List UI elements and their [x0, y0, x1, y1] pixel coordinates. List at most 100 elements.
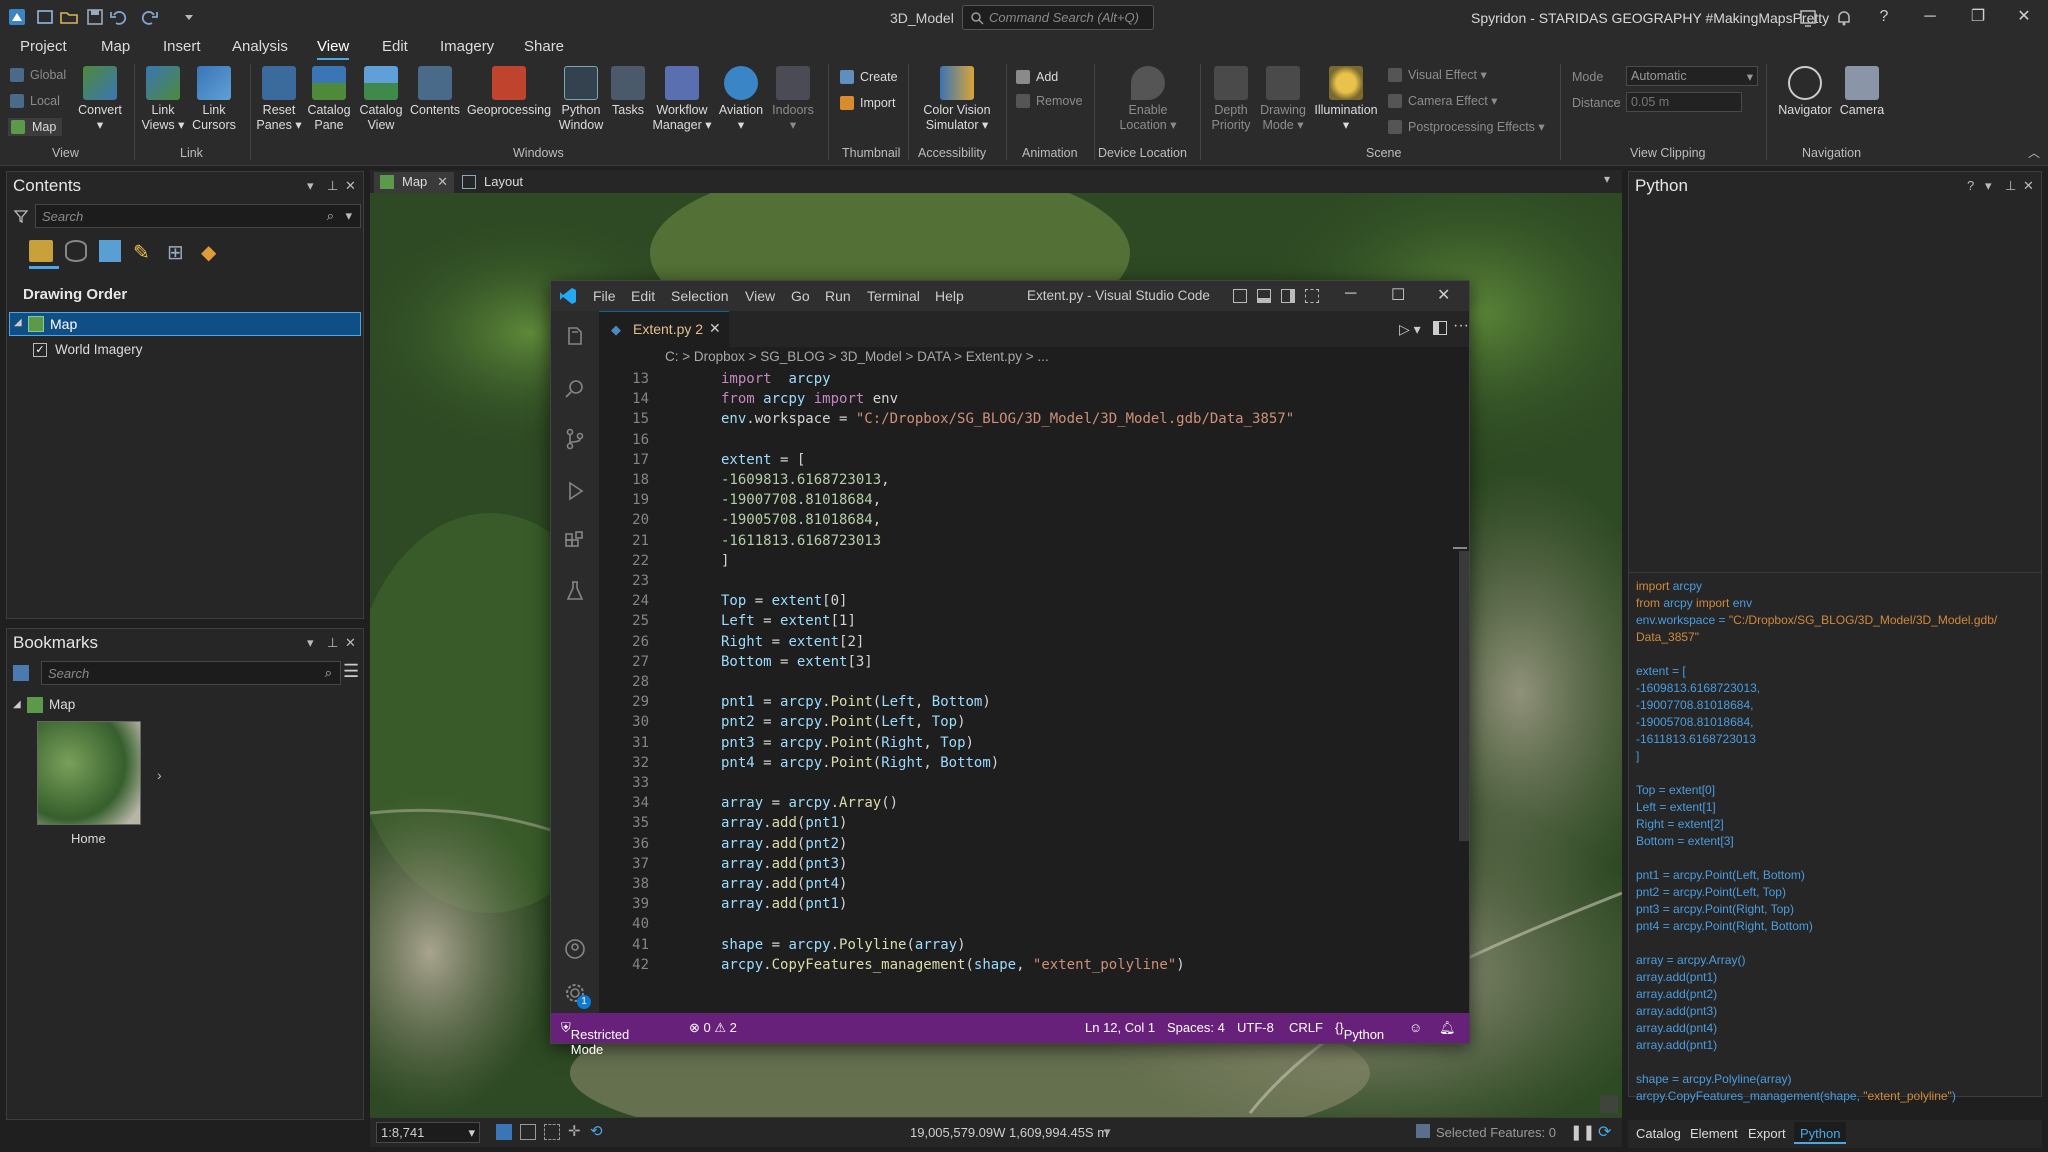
- menu-run[interactable]: Run: [825, 288, 851, 304]
- vscode-maximize-button[interactable]: ☐: [1391, 285, 1405, 305]
- world-imagery-layer[interactable]: ✓ World Imagery: [33, 340, 333, 362]
- contents-search-input[interactable]: Search ⌕ ▾: [35, 204, 361, 228]
- layer-visibility-checkbox[interactable]: ✓: [33, 343, 47, 357]
- extent-py-tab[interactable]: ◆ Extent.py 2 ✕: [599, 311, 729, 347]
- create-thumbnail-button[interactable]: Create: [840, 68, 898, 86]
- menu-edit[interactable]: Edit: [631, 288, 655, 304]
- code-line[interactable]: from arcpy import env: [721, 391, 898, 407]
- code-line[interactable]: array.add(pnt3): [721, 856, 847, 872]
- editor-scrollbar[interactable]: [1453, 371, 1469, 1011]
- code-editor[interactable]: 13 import arcpy 14 from arcpy import env 15 e…: [599, 369, 1469, 1013]
- clipping-distance-input[interactable]: 0.05 m: [1626, 92, 1742, 112]
- catalog-pane-tab[interactable]: Catalog: [1636, 1126, 1681, 1141]
- reset-panes-button[interactable]: Reset Panes ▾: [256, 66, 302, 133]
- run-and-debug-icon[interactable]: [563, 479, 587, 503]
- code-line[interactable]: pnt1 = arcpy.Point(Left, Bottom): [721, 694, 991, 710]
- map-tree-item[interactable]: ◢ Map: [9, 312, 361, 336]
- tab-view[interactable]: View: [317, 38, 350, 61]
- menu-help[interactable]: Help: [935, 288, 964, 304]
- code-line[interactable]: Bottom = extent[3]: [721, 654, 873, 670]
- link-views-button[interactable]: Link Views ▾: [140, 66, 186, 133]
- scrollbar-thumb[interactable]: [1459, 551, 1469, 841]
- extent-indicator-icon[interactable]: [544, 1124, 560, 1140]
- pin-icon[interactable]: ⊥: [327, 178, 338, 194]
- map-overlay-icon[interactable]: [1600, 1095, 1618, 1113]
- language-mode-indicator[interactable]: {} Python: [1335, 1020, 1384, 1042]
- notifications-icon[interactable]: [1834, 8, 1854, 28]
- local-button[interactable]: Local: [10, 92, 60, 110]
- navigator-button[interactable]: Navigator: [1774, 66, 1836, 118]
- bookmark-thumbnail[interactable]: [37, 721, 141, 825]
- toggle-panel-icon[interactable]: [1257, 289, 1271, 303]
- tab-analysis[interactable]: Analysis: [232, 38, 288, 55]
- pause-drawing-icon[interactable]: ❚❚: [1570, 1123, 1595, 1141]
- code-line[interactable]: array.add(pnt1): [721, 815, 847, 831]
- signed-in-user[interactable]: Spyridon - STARIDAS GEOGRAPHY #MakingMap…: [1471, 10, 1829, 26]
- layout-tab[interactable]: Layout: [456, 172, 536, 193]
- pane-options-icon[interactable]: ▾: [307, 178, 314, 194]
- menu-go[interactable]: Go: [791, 288, 810, 304]
- help-icon[interactable]: ?: [1967, 178, 1974, 193]
- testing-icon[interactable]: [563, 579, 587, 603]
- code-line[interactable]: array.add(pnt4): [721, 876, 847, 892]
- depth-priority-button[interactable]: Depth Priority: [1206, 66, 1256, 133]
- fixed-zoom-icon[interactable]: [496, 1124, 512, 1140]
- cursor-position[interactable]: Ln 12, Col 1: [1085, 1020, 1155, 1035]
- geoprocessing-button[interactable]: Geoprocessing: [464, 66, 554, 118]
- redo-icon[interactable]: [138, 6, 160, 28]
- snapping-icon[interactable]: ✛: [568, 1122, 581, 1140]
- eol-indicator[interactable]: CRLF: [1289, 1020, 1323, 1035]
- more-actions-icon[interactable]: ···: [1453, 317, 1469, 335]
- menu-selection[interactable]: Selection: [671, 288, 729, 304]
- open-project-icon[interactable]: [58, 6, 80, 28]
- vscode-close-button[interactable]: ✕: [1437, 285, 1450, 305]
- aviation-button[interactable]: Aviation ▾: [716, 66, 766, 133]
- tasks-button[interactable]: Tasks: [608, 66, 648, 118]
- undo-icon[interactable]: [108, 6, 130, 28]
- tab-edit[interactable]: Edit: [382, 38, 408, 55]
- toggle-sidebar-icon[interactable]: [1233, 289, 1247, 303]
- code-line[interactable]: Left = extent[1]: [721, 613, 856, 629]
- catalog-view-button[interactable]: Catalog View: [356, 66, 406, 133]
- grid-icon[interactable]: [520, 1124, 536, 1140]
- new-bookmark-icon[interactable]: [13, 665, 29, 681]
- tabs-overflow-icon[interactable]: ▾: [1604, 172, 1610, 186]
- pane-options-icon[interactable]: ▾: [1985, 178, 1992, 194]
- chevron-down-icon[interactable]: ▾: [345, 208, 352, 224]
- clipping-mode-select[interactable]: Automatic ▾: [1626, 66, 1758, 86]
- element-pane-tab[interactable]: Element: [1690, 1126, 1738, 1141]
- color-vision-simulator-button[interactable]: Color Vision Simulator ▾: [914, 66, 1000, 133]
- tab-project[interactable]: Project: [20, 38, 67, 55]
- restore-window-button[interactable]: ❐: [1956, 2, 2000, 32]
- export-pane-tab[interactable]: Export: [1748, 1126, 1786, 1141]
- split-editor-icon[interactable]: [1433, 321, 1447, 335]
- link-cursors-button[interactable]: Link Cursors: [190, 66, 238, 133]
- customize-layout-icon[interactable]: [1305, 289, 1319, 303]
- indentation-indicator[interactable]: Spaces: 4: [1167, 1020, 1225, 1035]
- code-line[interactable]: -19005708.81018684,: [721, 512, 881, 528]
- import-thumbnail-button[interactable]: Import: [840, 94, 895, 112]
- save-icon[interactable]: [84, 6, 106, 28]
- illumination-button[interactable]: Illumination ▾: [1308, 66, 1384, 133]
- close-window-button[interactable]: ✕: [2002, 2, 2046, 32]
- collapse-icon[interactable]: ◢: [14, 317, 22, 328]
- filter-icon[interactable]: [13, 208, 29, 224]
- coordinate-format-dropdown[interactable]: ▾: [1104, 1124, 1111, 1140]
- code-line[interactable]: ]: [721, 553, 729, 569]
- workflow-manager-button[interactable]: Workflow Manager ▾: [650, 66, 714, 133]
- code-line[interactable]: -1609813.6168723013,: [721, 472, 890, 488]
- toggle-secondary-sidebar-icon[interactable]: [1281, 289, 1295, 303]
- code-line[interactable]: pnt4 = arcpy.Point(Right, Bottom): [721, 755, 999, 771]
- breadcrumb[interactable]: C: > Dropbox > SG_BLOG > 3D_Model > DATA…: [599, 347, 1469, 369]
- customize-toolbar-icon[interactable]: [178, 6, 200, 28]
- code-line[interactable]: -1611813.6168723013: [721, 533, 881, 549]
- camera-effect-button[interactable]: Camera Effect ▾: [1388, 92, 1497, 110]
- scale-select[interactable]: 1:8,741 ▾: [376, 1122, 480, 1143]
- explorer-icon[interactable]: [563, 325, 587, 349]
- menu-terminal[interactable]: Terminal: [867, 288, 920, 304]
- tab-imagery[interactable]: Imagery: [440, 38, 494, 55]
- collapse-icon[interactable]: ◢: [13, 699, 21, 710]
- rotation-icon[interactable]: ⟲: [590, 1122, 603, 1140]
- list-by-data-source-icon[interactable]: [65, 240, 87, 262]
- search-icon[interactable]: [563, 377, 587, 401]
